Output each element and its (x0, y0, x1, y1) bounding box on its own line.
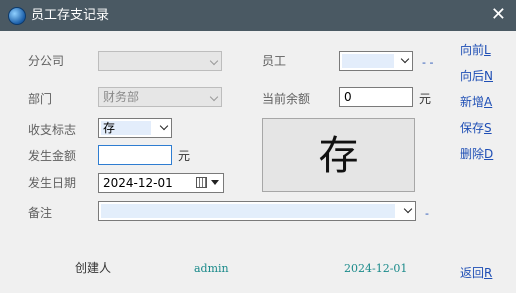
back-label: 返回 (460, 266, 485, 280)
delete-label: 删除 (460, 147, 485, 161)
date-picker[interactable]: 2024-12-01 (98, 173, 224, 193)
flag-select[interactable]: 存 (98, 118, 172, 138)
remark-label: 备注 (28, 206, 53, 220)
flag-display: 存 (262, 118, 415, 192)
save-label: 保存 (460, 121, 485, 135)
employee-selection-highlight (342, 54, 394, 68)
add-button[interactable]: 新增A (460, 94, 492, 110)
add-shortcut: A (484, 95, 493, 109)
chevron-down-icon (159, 121, 169, 131)
delete-button[interactable]: 删除D (460, 146, 493, 162)
branch-label: 分公司 (28, 54, 65, 68)
delete-shortcut: D (484, 147, 494, 161)
flag-label: 收支标志 (28, 123, 77, 137)
chevron-down-icon[interactable] (211, 180, 219, 185)
remark-select[interactable] (98, 201, 416, 221)
close-icon[interactable]: ✕ (491, 4, 506, 26)
chevron-down-icon (403, 204, 413, 214)
date-value: 2024-12-01 (103, 176, 173, 190)
chevron-down-icon (400, 54, 410, 64)
next-button[interactable]: 向后N (460, 68, 493, 84)
save-shortcut: S (484, 121, 492, 135)
next-shortcut: N (484, 69, 493, 83)
creator-value: admin (194, 262, 229, 275)
dialog-window: 员工存支记录 ✕ 分公司 员工 - - 部门 财务部 当前余额 0 元 收支标志… (0, 0, 516, 293)
flag-value: 存 (103, 121, 116, 135)
chevron-down-icon (209, 56, 219, 66)
employee-label: 员工 (262, 54, 287, 68)
title-bar: 员工存支记录 ✕ (0, 0, 516, 31)
department-select[interactable]: 财务部 (98, 87, 222, 107)
balance-field[interactable]: 0 (339, 87, 413, 107)
department-value: 财务部 (103, 90, 140, 104)
balance-value: 0 (344, 90, 352, 104)
amount-unit: 元 (178, 149, 191, 163)
prev-button[interactable]: 向前L (460, 42, 491, 58)
flag-display-text: 存 (318, 133, 359, 179)
balance-label: 当前余额 (262, 92, 311, 106)
add-label: 新增 (460, 95, 485, 109)
department-label: 部门 (28, 92, 53, 106)
prev-shortcut: L (484, 43, 491, 57)
app-icon (8, 7, 26, 25)
next-label: 向后 (460, 69, 485, 83)
back-shortcut: R (484, 266, 493, 280)
created-date: 2024-12-01 (344, 262, 408, 275)
amount-field[interactable] (98, 145, 172, 165)
save-button[interactable]: 保存S (460, 120, 492, 136)
balance-unit: 元 (419, 92, 432, 106)
remark-lookup-button[interactable]: - (425, 207, 429, 220)
branch-select[interactable] (98, 51, 222, 71)
date-label: 发生日期 (28, 176, 77, 190)
employee-select[interactable] (339, 51, 413, 71)
back-button[interactable]: 返回R (460, 265, 492, 281)
chevron-down-icon (209, 92, 219, 102)
window-title: 员工存支记录 (31, 8, 110, 23)
calendar-icon[interactable] (196, 177, 207, 188)
amount-label: 发生金额 (28, 149, 77, 163)
remark-selection-highlight (101, 204, 395, 218)
employee-lookup-button[interactable]: - - (422, 56, 433, 69)
prev-label: 向前 (460, 43, 485, 57)
creator-label: 创建人 (75, 261, 112, 275)
